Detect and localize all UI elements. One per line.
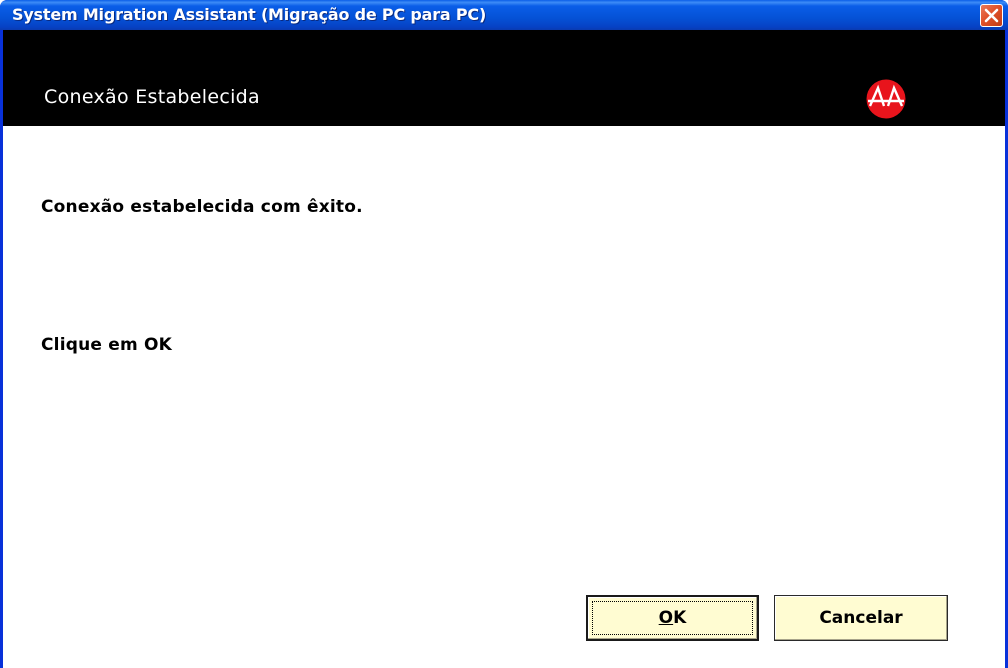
dialog-client-area: Conexão Estabelecida Conexão estabelecid… — [3, 30, 1005, 668]
status-message: Conexão estabelecida com êxito. — [41, 197, 363, 217]
cancel-button[interactable]: Cancelar — [774, 595, 948, 641]
sma-logo-icon — [866, 79, 906, 119]
window-title: System Migration Assistant (Migração de … — [12, 5, 487, 24]
instruction-text: Clique em OK — [41, 335, 173, 355]
header-banner: Conexão Estabelecida — [3, 30, 1005, 126]
close-button[interactable] — [980, 4, 1003, 27]
page-title: Conexão Estabelecida — [44, 86, 260, 108]
dialog-window: System Migration Assistant (Migração de … — [0, 0, 1008, 668]
title-bar[interactable]: System Migration Assistant (Migração de … — [0, 0, 1008, 30]
focus-ring — [592, 601, 753, 635]
cancel-button-label: Cancelar — [819, 608, 903, 628]
close-icon — [984, 8, 999, 23]
ok-button[interactable]: OK — [586, 595, 759, 641]
